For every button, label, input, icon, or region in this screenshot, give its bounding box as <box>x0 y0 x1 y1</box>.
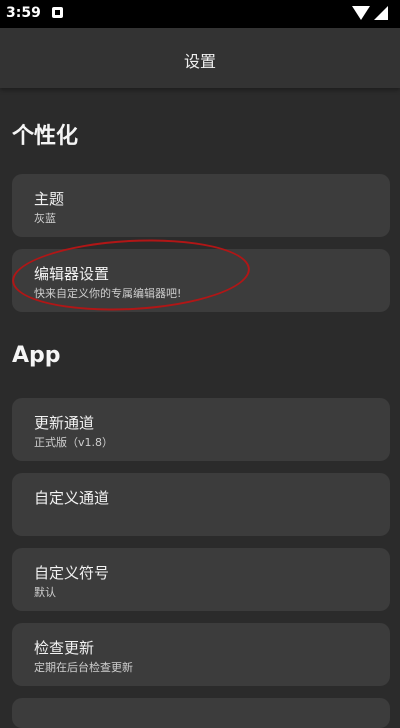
setting-item-custom-channel[interactable]: 自定义通道 <box>12 473 390 536</box>
setting-item-next[interactable] <box>12 698 390 728</box>
setting-item-update-channel[interactable]: 更新通道 正式版（v1.8） <box>12 398 390 461</box>
setting-item-update-channel-subtitle: 正式版（v1.8） <box>34 436 114 449</box>
setting-item-custom-symbol-subtitle: 默认 <box>34 586 56 599</box>
setting-item-theme[interactable]: 主题 灰蓝 <box>12 174 390 237</box>
notification-icon <box>52 7 63 18</box>
status-bar: 3:59 <box>0 0 400 28</box>
section-header-personalization: 个性化 <box>12 124 79 149</box>
setting-item-theme-subtitle: 灰蓝 <box>34 212 56 225</box>
signal-icon <box>374 6 388 20</box>
setting-item-check-update[interactable]: 检查更新 定期在后台检查更新 <box>12 623 390 686</box>
setting-item-check-update-subtitle: 定期在后台检查更新 <box>34 661 133 674</box>
setting-item-custom-channel-title: 自定义通道 <box>34 489 110 507</box>
section-header-app: App <box>12 343 61 368</box>
app-bar: 设置 <box>0 28 400 88</box>
wifi-icon <box>352 6 370 20</box>
setting-item-update-channel-title: 更新通道 <box>34 414 95 432</box>
status-time: 3:59 <box>6 5 41 21</box>
setting-item-check-update-title: 检查更新 <box>34 639 95 657</box>
setting-item-custom-symbol-title: 自定义符号 <box>34 564 110 582</box>
setting-item-theme-title: 主题 <box>34 190 65 208</box>
setting-item-custom-symbol[interactable]: 自定义符号 默认 <box>12 548 390 611</box>
settings-list[interactable]: 个性化 主题 灰蓝 编辑器设置 快来自定义你的专属编辑器吧! App 更新通道 … <box>0 88 400 728</box>
page-title: 设置 <box>183 52 216 71</box>
